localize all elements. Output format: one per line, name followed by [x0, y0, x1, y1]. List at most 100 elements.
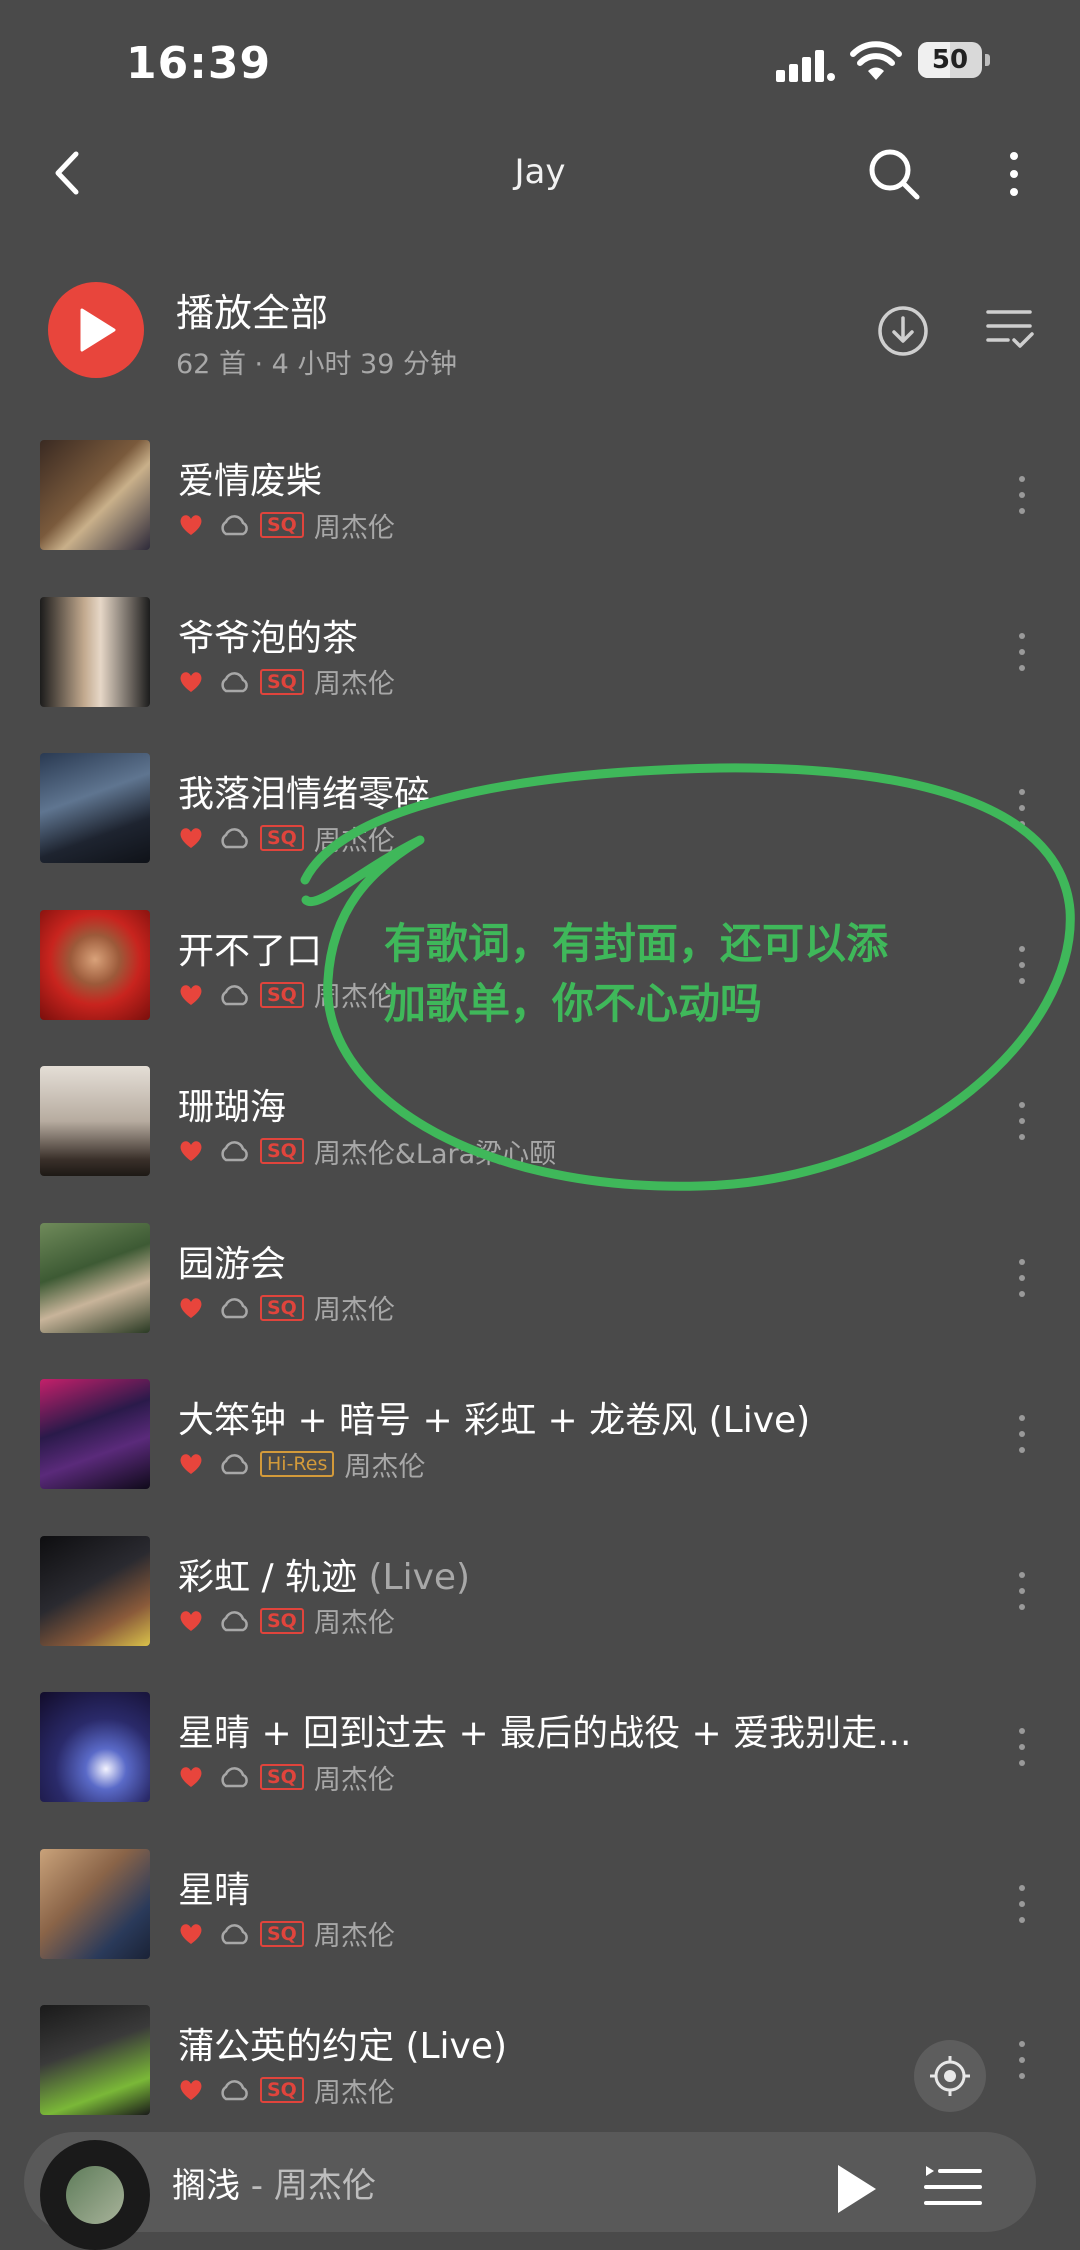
- play-all-button[interactable]: [48, 282, 144, 378]
- multi-select-icon[interactable]: [986, 306, 1034, 352]
- song-artist: 周杰伦: [344, 1451, 426, 1483]
- song-more-icon[interactable]: [1010, 1096, 1034, 1146]
- song-more-icon[interactable]: [1010, 940, 1034, 990]
- song-meta: SQ 周杰伦: [178, 1604, 395, 1639]
- play-icon[interactable]: [834, 2162, 880, 2216]
- hires-badge: Hi-Res: [260, 1451, 335, 1477]
- album-cover: [40, 1066, 150, 1176]
- cloud-icon: [221, 1767, 248, 1788]
- song-artist: 周杰伦: [313, 825, 395, 857]
- album-cover: [40, 1692, 150, 1802]
- liked-heart-icon[interactable]: [178, 826, 204, 850]
- annotation-line: 有歌词，有封面，还可以添: [384, 919, 889, 968]
- liked-heart-icon[interactable]: [178, 1922, 204, 1946]
- quality-badge: SQ: [260, 981, 304, 1008]
- song-row[interactable]: 珊瑚海 SQ 周杰伦&Lara梁心颐: [0, 1056, 1080, 1213]
- playlist-summary: 62 首 · 4 小时 39 分钟: [176, 349, 457, 380]
- liked-heart-icon[interactable]: [178, 1452, 204, 1476]
- album-cover: [40, 2005, 150, 2115]
- album-cover: [40, 753, 150, 863]
- album-cover: [40, 1848, 150, 1959]
- song-more-icon[interactable]: [1010, 1253, 1034, 1303]
- song-meta: SQ 周杰伦: [178, 1917, 395, 1952]
- cellular-signal-icon: [776, 50, 835, 82]
- song-row[interactable]: 爷爷泡的茶 SQ 周杰伦: [0, 587, 1080, 744]
- play-all-label[interactable]: 播放全部: [176, 282, 328, 337]
- playlist-icon[interactable]: [924, 2162, 982, 2212]
- cloud-icon: [221, 1141, 248, 1162]
- target-icon: [930, 2056, 970, 2096]
- download-icon[interactable]: [876, 304, 930, 358]
- song-row[interactable]: 爱情废柴 SQ 周杰伦: [0, 430, 1080, 587]
- song-artist: 周杰伦: [313, 2077, 395, 2109]
- more-options-icon[interactable]: [996, 146, 1032, 202]
- song-artist: 周杰伦: [313, 512, 395, 544]
- liked-heart-icon[interactable]: [178, 983, 204, 1007]
- song-title: 彩虹 / 轨迹 (Live): [178, 1556, 471, 1598]
- now-playing-cover[interactable]: [40, 2140, 150, 2250]
- song-more-icon[interactable]: [1010, 1409, 1034, 1459]
- song-meta: Hi-Res 周杰伦: [178, 1447, 426, 1483]
- locate-current-button[interactable]: [914, 2040, 986, 2112]
- liked-heart-icon[interactable]: [178, 1609, 204, 1633]
- song-more-icon[interactable]: [1010, 1722, 1034, 1772]
- song-row[interactable]: 我落泪情绪零碎 SQ 周杰伦: [0, 743, 1080, 900]
- battery-level: 50: [931, 45, 969, 75]
- quality-badge: SQ: [260, 1294, 304, 1321]
- song-more-icon[interactable]: [1010, 1566, 1034, 1616]
- song-artist: 周杰伦: [313, 982, 395, 1013]
- song-row[interactable]: 星晴 SQ 周杰伦: [0, 1839, 1080, 1996]
- search-icon[interactable]: [866, 146, 922, 202]
- battery-icon: 50: [918, 42, 992, 78]
- song-row[interactable]: 园游会 SQ 周杰伦: [0, 1213, 1080, 1370]
- song-more-icon[interactable]: [1010, 627, 1034, 677]
- song-artist: 周杰伦&Lara梁心颐: [313, 1138, 557, 1170]
- song-more-icon[interactable]: [1010, 783, 1034, 833]
- song-title: 珊瑚海: [178, 1087, 287, 1128]
- song-title: 开不了口: [178, 930, 323, 972]
- song-artist: 周杰伦: [313, 1764, 395, 1796]
- song-title: 大笨钟 + 暗号 + 彩虹 + 龙卷风 (Live): [178, 1400, 811, 1441]
- cloud-icon: [221, 984, 248, 1005]
- song-title: 我落泪情绪零碎: [178, 774, 431, 815]
- song-meta: SQ 周杰伦: [178, 821, 395, 857]
- quality-badge: SQ: [260, 1138, 304, 1164]
- song-row[interactable]: 星晴 + 回到过去 + 最后的战役 + 爱我别走... SQ 周杰伦: [0, 1682, 1080, 1839]
- nav-bar: Jay: [0, 130, 1080, 220]
- album-cover: [40, 1379, 150, 1489]
- annotation-line: 加歌单，你不心动吗: [384, 979, 763, 1028]
- song-title: 爱情废柴: [178, 461, 323, 502]
- play-all-section: 播放全部 62 首 · 4 小时 39 分钟: [0, 270, 1080, 400]
- quality-badge: SQ: [260, 1607, 304, 1634]
- song-more-icon[interactable]: [1010, 470, 1034, 520]
- liked-heart-icon[interactable]: [178, 1296, 204, 1320]
- song-list: 爱情废柴 SQ 周杰伦 爷爷泡的茶 SQ 周杰伦 我落泪情绪零碎 SQ 周杰伦: [0, 430, 1080, 2152]
- annotation-text: 有歌词，有封面，还可以添 加歌单，你不心动吗: [384, 914, 984, 1034]
- album-cover: [40, 1535, 150, 1646]
- song-artist: 周杰伦: [313, 1295, 395, 1326]
- cloud-icon: [221, 1610, 248, 1631]
- liked-heart-icon[interactable]: [178, 513, 204, 537]
- now-playing-title[interactable]: 搁浅 - 周杰伦: [172, 2158, 376, 2207]
- song-title: 星晴 + 回到过去 + 最后的战役 + 爱我别走...: [178, 1713, 912, 1754]
- song-meta: SQ 周杰伦: [178, 1760, 395, 1796]
- cloud-icon: [221, 1454, 248, 1475]
- song-more-icon[interactable]: [1010, 2035, 1034, 2085]
- song-row[interactable]: 彩虹 / 轨迹 (Live) SQ 周杰伦: [0, 1526, 1080, 1683]
- mini-player[interactable]: 搁浅 - 周杰伦: [24, 2132, 1036, 2250]
- song-title: 园游会: [178, 1243, 287, 1285]
- cloud-icon: [221, 671, 248, 692]
- song-row[interactable]: 大笨钟 + 暗号 + 彩虹 + 龙卷风 (Live) Hi-Res 周杰伦: [0, 1369, 1080, 1526]
- quality-badge: SQ: [260, 668, 304, 695]
- liked-heart-icon[interactable]: [178, 2078, 204, 2102]
- song-artist: 周杰伦: [313, 1921, 395, 1952]
- song-title: 爷爷泡的茶: [178, 617, 359, 659]
- liked-heart-icon[interactable]: [178, 1765, 204, 1789]
- quality-badge: SQ: [260, 2077, 304, 2103]
- song-more-icon[interactable]: [1010, 1879, 1034, 1929]
- wifi-icon: [850, 41, 902, 80]
- song-meta: SQ 周杰伦: [178, 1291, 395, 1326]
- liked-heart-icon[interactable]: [178, 1139, 204, 1163]
- quality-badge: SQ: [260, 825, 304, 851]
- liked-heart-icon[interactable]: [178, 670, 204, 694]
